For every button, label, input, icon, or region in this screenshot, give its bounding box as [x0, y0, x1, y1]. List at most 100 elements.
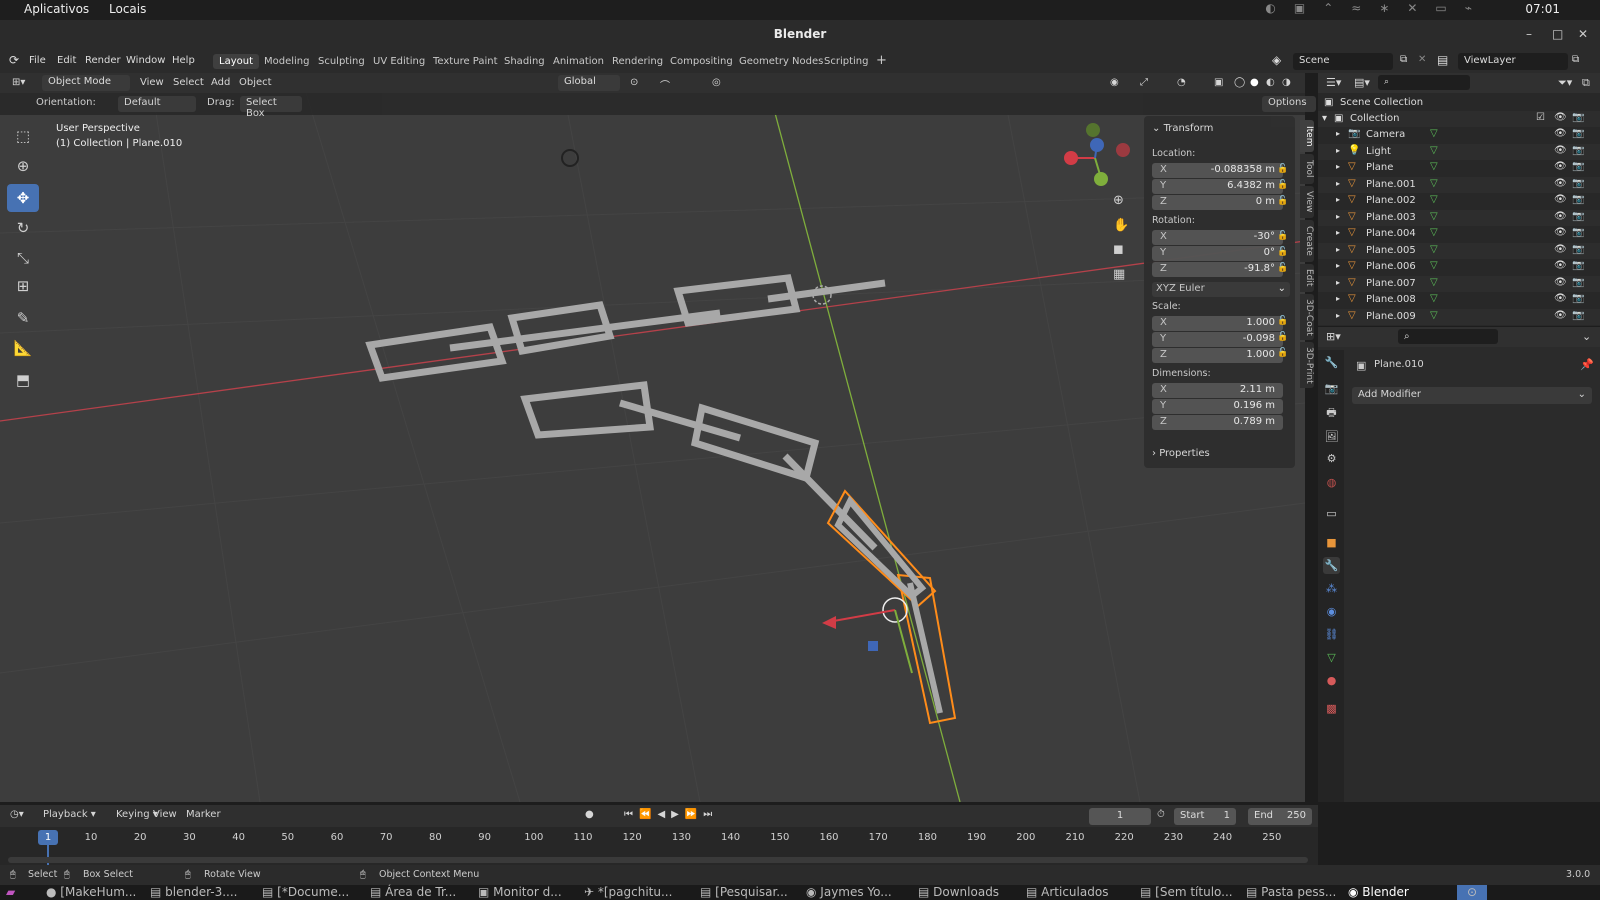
camera-render-icon[interactable]: 📷 [1572, 145, 1584, 156]
data-tab-icon[interactable]: ▽ [1323, 649, 1340, 666]
lock-icon[interactable]: 🔓 [1277, 263, 1288, 273]
menu-select[interactable]: Select [173, 77, 204, 88]
tab-animation[interactable]: Animation [547, 54, 610, 69]
chevron-down-icon[interactable]: ▾ [1322, 113, 1327, 124]
data-icon[interactable]: ▽ [1430, 194, 1438, 205]
taskbar-window-button[interactable]: ▤ Área de Tr... [370, 885, 456, 900]
selected-link-body[interactable] [834, 495, 943, 714]
applications-menu[interactable]: Aplicativos [24, 2, 89, 16]
tab-rendering[interactable]: Rendering [606, 54, 669, 69]
chevron-right-icon[interactable]: ▸ [1336, 311, 1340, 320]
eye-icon[interactable]: 👁 [1554, 277, 1567, 288]
apps-menu-icon[interactable]: ▰ [6, 885, 15, 900]
add-workspace-icon[interactable]: + [870, 51, 893, 70]
data-icon[interactable]: ▽ [1430, 145, 1438, 156]
chevron-down-icon[interactable]: ⌄ [1582, 330, 1591, 343]
move-tool-icon[interactable]: ✥ [7, 184, 39, 212]
eye-icon[interactable]: 👁 [1554, 293, 1567, 304]
scene-tab-icon[interactable]: ⚙ [1323, 450, 1340, 467]
shading-material-icon[interactable]: ◐ [1266, 77, 1275, 88]
camera-render-icon[interactable]: 📷 [1572, 277, 1584, 288]
chevron-right-icon[interactable]: ▸ [1336, 129, 1340, 138]
taskbar-window-button[interactable]: ● [MakeHum... [46, 885, 136, 900]
material-tab-icon[interactable]: ● [1323, 672, 1340, 689]
viewlayer-selector[interactable]: ViewLayer [1458, 53, 1568, 70]
outliner-item[interactable]: ▸ ▽ Plane ▽ 👁 📷 [1318, 160, 1600, 176]
start-frame-field[interactable]: Start 1 [1174, 808, 1236, 825]
playback-menu[interactable]: Playback ▾ [43, 809, 96, 820]
properties-section-header[interactable]: › Properties [1152, 448, 1210, 459]
camera-render-icon[interactable]: 📷 [1572, 310, 1584, 321]
drag-dropdown[interactable]: Select Box [240, 96, 302, 119]
scene-collection-row[interactable]: ▣ Scene Collection [1318, 95, 1600, 111]
visibility-icon[interactable]: ◉ [1110, 77, 1119, 88]
outliner-item[interactable]: ▸ ▽ Plane.002 ▽ 👁 📷 [1318, 193, 1600, 209]
gizmo-toggle-icon[interactable]: ⤢ [1140, 77, 1148, 88]
lock-icon[interactable]: 🔓 [1277, 247, 1288, 257]
eye-icon[interactable]: 👁 [1554, 244, 1567, 255]
texture-tab-icon[interactable]: ▩ [1323, 700, 1340, 717]
mode-selector[interactable]: Object Mode [42, 75, 130, 91]
taskbar-window-button[interactable]: ◉ Blender [1348, 885, 1409, 900]
dimensions-y-field[interactable]: Y 0.196 m [1152, 399, 1283, 414]
lock-icon[interactable]: 🔓 [1277, 348, 1288, 358]
dimensions-x-field[interactable]: X 2.11 m [1152, 383, 1283, 398]
menu-render[interactable]: Render [85, 55, 121, 66]
data-icon[interactable]: ▽ [1430, 310, 1438, 321]
modifier-tab-icon[interactable]: 🔧 [1323, 557, 1340, 574]
scale-tool-icon[interactable]: ⤡ [7, 244, 39, 272]
navigation-gizmo[interactable] [1064, 123, 1130, 186]
location-x-field[interactable]: X -0.088358 m [1152, 163, 1283, 178]
taskbar-window-button[interactable]: ▤ [Sem título... [1140, 885, 1233, 900]
tab-uv-editing[interactable]: UV Editing [367, 54, 431, 69]
minimize-icon[interactable]: – [1526, 27, 1532, 41]
camera-render-icon[interactable]: 📷 [1572, 260, 1584, 271]
tab-3d-coat[interactable]: 3D-Coat [1300, 294, 1314, 340]
chevron-right-icon[interactable]: ▸ [1336, 245, 1340, 254]
tab-3d-print[interactable]: 3D-Print [1300, 342, 1314, 388]
camera-render-icon[interactable]: 📷 [1572, 194, 1584, 205]
chevron-right-icon[interactable]: ▸ [1336, 146, 1340, 155]
display-mode-icon[interactable]: ▤▾ [1354, 76, 1370, 89]
marker-menu[interactable]: Marker [186, 809, 221, 820]
outliner-item[interactable]: ▸ ▽ Plane.005 ▽ 👁 📷 [1318, 242, 1600, 259]
scene-icon[interactable]: ◈ [1272, 53, 1281, 67]
data-icon[interactable]: ▽ [1430, 227, 1438, 238]
places-menu[interactable]: Locais [109, 2, 146, 16]
tab-create[interactable]: Create [1300, 220, 1314, 262]
outliner-item[interactable]: ▸ 📷 Camera ▽ 👁 📷 [1318, 127, 1600, 143]
rotation-z-field[interactable]: Z -91.8° [1152, 262, 1283, 277]
pin-icon[interactable]: 📌 [1580, 358, 1594, 371]
shading-wireframe-icon[interactable]: ◯ [1234, 77, 1245, 88]
particles-tab-icon[interactable]: ⁂ [1323, 580, 1340, 597]
eye-icon[interactable]: 👁 [1554, 178, 1567, 189]
chevron-right-icon[interactable]: ▸ [1336, 162, 1340, 171]
taskbar-window-button[interactable]: ▤ [*Docume... [262, 885, 349, 900]
eye-icon[interactable]: 👁 [1554, 260, 1567, 271]
annotate-tool-icon[interactable]: ✎ [7, 304, 39, 332]
tab-scripting[interactable]: Scripting [818, 54, 874, 69]
tab-texture-paint[interactable]: Texture Paint [427, 54, 504, 69]
outliner-search[interactable]: ⌕ [1378, 75, 1470, 90]
rotation-x-field[interactable]: X -30° [1152, 230, 1283, 245]
tab-modeling[interactable]: Modeling [258, 54, 316, 69]
chevron-right-icon[interactable]: ▸ [1336, 228, 1340, 237]
overlay-toggle-icon[interactable]: ◔ [1177, 77, 1186, 88]
menu-object[interactable]: Object [239, 77, 272, 88]
menu-file[interactable]: File [29, 55, 46, 66]
data-icon[interactable]: ▽ [1430, 260, 1438, 271]
gizmo-x-arrowhead[interactable] [822, 616, 836, 629]
data-icon[interactable]: ▽ [1430, 293, 1438, 304]
eye-icon[interactable]: 👁 [1554, 161, 1567, 172]
scene-selector[interactable]: Scene [1293, 53, 1393, 70]
scale-x-field[interactable]: X 1.000 [1152, 316, 1283, 331]
world-tab-icon[interactable]: ◍ [1323, 474, 1340, 491]
lock-icon[interactable]: 🔓 [1277, 164, 1288, 174]
chevron-right-icon[interactable]: ▸ [1336, 261, 1340, 270]
camera-render-icon[interactable]: 📷 [1572, 244, 1584, 255]
playback-controls[interactable]: ⏮⏪◀▶⏩⏭ [624, 809, 718, 820]
transform-orientation[interactable]: Global [558, 75, 620, 91]
chain-links-hanging[interactable] [520, 381, 878, 551]
select-box-tool-icon[interactable]: ⬚ [7, 122, 39, 150]
chevron-right-icon[interactable]: ▸ [1336, 278, 1340, 287]
